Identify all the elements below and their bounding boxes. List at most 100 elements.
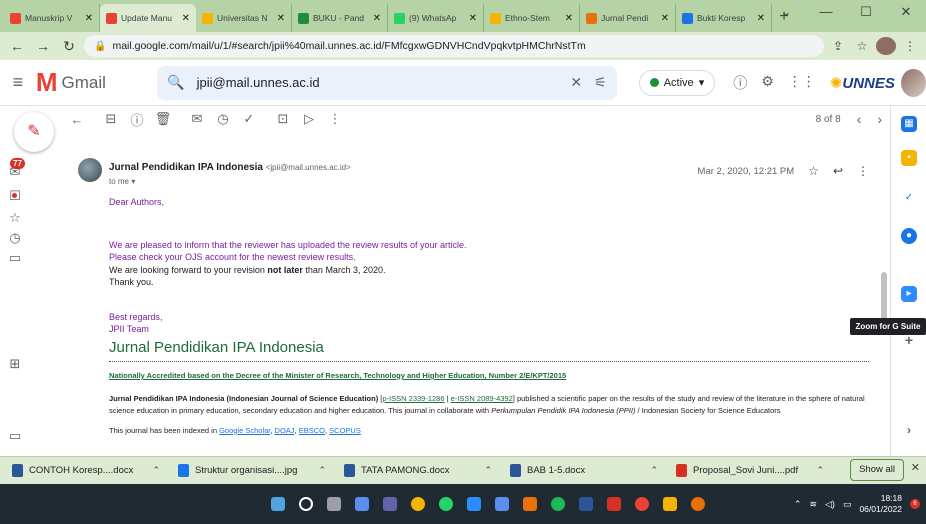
maximize-button[interactable]: ☐	[846, 2, 886, 24]
ebsco-link[interactable]: EBSCO	[299, 426, 325, 435]
chrome-taskbar-icon[interactable]	[411, 497, 425, 511]
volume-icon[interactable]: ◁)	[825, 499, 835, 510]
close-tab-icon[interactable]: ✕	[565, 13, 573, 24]
main-menu-icon[interactable]: ≡	[0, 72, 36, 93]
sender-avatar[interactable]	[78, 158, 102, 182]
contacts-icon[interactable]: ●	[901, 228, 917, 244]
word-taskbar-icon[interactable]	[579, 497, 593, 511]
close-tab-icon[interactable]: ✕	[757, 13, 765, 24]
tab-search-icon[interactable]: ⌄	[766, 2, 806, 24]
teams-icon[interactable]	[383, 497, 397, 511]
firefox-icon[interactable]	[691, 497, 705, 511]
keep-icon[interactable]: ▪	[901, 150, 917, 166]
spotify-icon[interactable]	[551, 497, 565, 511]
acrobat-icon[interactable]	[607, 497, 621, 511]
video-icon[interactable]: ▭	[8, 428, 22, 444]
browser-tab[interactable]: (9) WhatsAp ✕	[388, 4, 484, 32]
url-text[interactable]: mail.google.com/mail/u/1/#search/jpii%40…	[112, 40, 814, 52]
lock-icon[interactable]: 🔒	[94, 41, 106, 52]
star-icon[interactable]: ☆	[808, 164, 819, 178]
search-options-icon[interactable]: ⚟	[594, 74, 607, 91]
settings-gear-icon[interactable]: ⚙	[761, 73, 774, 93]
reload-icon[interactable]: ↻	[58, 35, 80, 57]
archive-icon[interactable]: ⊟	[98, 111, 124, 127]
browser-tab[interactable]: Universitas N ✕	[196, 4, 292, 32]
file-explorer-icon[interactable]	[663, 497, 677, 511]
search-input[interactable]: jpii@mail.unnes.ac.id	[197, 75, 559, 90]
download-item[interactable]: BAB 1-5.docx ⌃	[504, 459, 664, 483]
wifi-icon[interactable]: ≋	[809, 499, 817, 510]
prev-page-icon[interactable]: ‹	[857, 111, 862, 127]
search-taskbar-icon[interactable]	[299, 497, 313, 511]
browser-tab[interactable]: Ethno-Stem ✕	[484, 4, 580, 32]
gmail-logo[interactable]: M Gmail	[36, 67, 129, 98]
close-window-button[interactable]: ✕	[886, 2, 926, 24]
tray-chevron-icon[interactable]: ⌃	[794, 499, 802, 510]
report-spam-icon[interactable]: ⓘ	[124, 110, 150, 129]
download-item[interactable]: CONTOH Koresp....docx ⌃	[6, 459, 166, 483]
clock[interactable]: 18:18 06/01/2022	[859, 493, 902, 515]
download-options-icon[interactable]: ⌃	[152, 465, 160, 476]
starred-icon[interactable]: ☆	[8, 210, 22, 226]
forward-icon[interactable]: →	[32, 35, 54, 57]
eissn-link[interactable]: e-ISSN 2089-4392	[451, 394, 513, 403]
show-all-button[interactable]: Show all	[850, 459, 904, 481]
minimize-button[interactable]: —	[806, 2, 846, 24]
download-options-icon[interactable]: ⌃	[816, 465, 824, 476]
notification-badge[interactable]: 6	[910, 499, 920, 509]
download-options-icon[interactable]: ⌃	[484, 465, 492, 476]
start-windows-icon[interactable]	[271, 497, 285, 511]
compose-button[interactable]: ✎	[14, 112, 54, 152]
close-tab-icon[interactable]: ✕	[661, 13, 669, 24]
search-bar[interactable]: 🔍 jpii@mail.unnes.ac.id ✕ ⚟	[157, 65, 617, 100]
share-icon[interactable]: ⇪	[828, 39, 848, 53]
browser-tab[interactable]: Bukti Koresp ✕	[676, 4, 772, 32]
download-options-icon[interactable]: ⌃	[318, 465, 326, 476]
recipient-toggle[interactable]: to me ▾	[109, 177, 135, 186]
help-icon[interactable]: ⓘ	[733, 73, 747, 93]
sender-name[interactable]: Jurnal Pendidikan IPA Indonesia	[109, 162, 263, 173]
close-tab-icon[interactable]: ✕	[469, 13, 477, 24]
expand-panel-icon[interactable]: ›	[901, 422, 917, 438]
next-page-icon[interactable]: ›	[877, 111, 882, 127]
google-scholar-link[interactable]: Google Scholar	[219, 426, 270, 435]
snoozed-icon[interactable]: ◷	[8, 230, 22, 246]
accreditation-link[interactable]: Nationally Accredited based on the Decre…	[109, 370, 879, 383]
reply-icon[interactable]: ↩	[833, 164, 843, 178]
close-tab-icon[interactable]: ✕	[277, 13, 285, 24]
close-tab-icon[interactable]: ✕	[373, 13, 381, 24]
status-dropdown[interactable]: Active ▾	[638, 69, 716, 96]
profile-avatar[interactable]	[876, 37, 896, 55]
address-bar[interactable]: 🔒 mail.google.com/mail/u/1/#search/jpii%…	[84, 35, 824, 57]
zoom-taskbar-icon[interactable]	[467, 497, 481, 511]
close-tab-icon[interactable]: ✕	[182, 13, 190, 24]
download-item[interactable]: TATA PAMONG.docx ⌃	[338, 459, 498, 483]
calendar-icon[interactable]: ▦	[901, 116, 917, 132]
tasks-icon[interactable]: ✓	[901, 190, 917, 206]
app-taskbar-icon[interactable]	[523, 497, 537, 511]
meet-grid-icon[interactable]: ⊞	[8, 356, 22, 372]
mail-taskbar-icon[interactable]	[495, 497, 509, 511]
clear-search-icon[interactable]: ✕	[570, 74, 582, 91]
add-task-icon[interactable]: ✓	[236, 111, 262, 127]
download-item[interactable]: Struktur organisasi....jpg ⌃	[172, 459, 332, 483]
battery-icon[interactable]: ▭	[843, 499, 852, 510]
zoom-icon[interactable]: ▸	[901, 286, 917, 302]
bookmark-star-icon[interactable]: ☆	[852, 39, 872, 53]
move-to-icon[interactable]: ⊡	[270, 111, 296, 127]
back-to-list-icon[interactable]: ←	[64, 112, 90, 127]
more-options-icon[interactable]: ⋮	[322, 111, 348, 127]
browser-tab[interactable]: Manuskrip V ✕	[4, 4, 100, 32]
search-icon[interactable]: 🔍	[167, 74, 184, 91]
doaj-link[interactable]: DOAJ	[275, 426, 295, 435]
download-item[interactable]: Proposal_Sovi Juni....pdf ⌃	[670, 459, 830, 483]
mark-unread-icon[interactable]: ✉	[184, 111, 210, 127]
scopus-link[interactable]: SCOPUS	[329, 426, 361, 435]
pissn-link[interactable]: p-ISSN 2339-1286	[382, 394, 444, 403]
browser-menu-icon[interactable]: ⋮	[900, 39, 920, 53]
task-view-icon[interactable]	[327, 497, 341, 511]
download-options-icon[interactable]: ⌃	[650, 465, 658, 476]
account-avatar[interactable]	[900, 68, 926, 97]
whatsapp-taskbar-icon[interactable]	[439, 497, 453, 511]
chrome-alt-icon[interactable]	[635, 497, 649, 511]
